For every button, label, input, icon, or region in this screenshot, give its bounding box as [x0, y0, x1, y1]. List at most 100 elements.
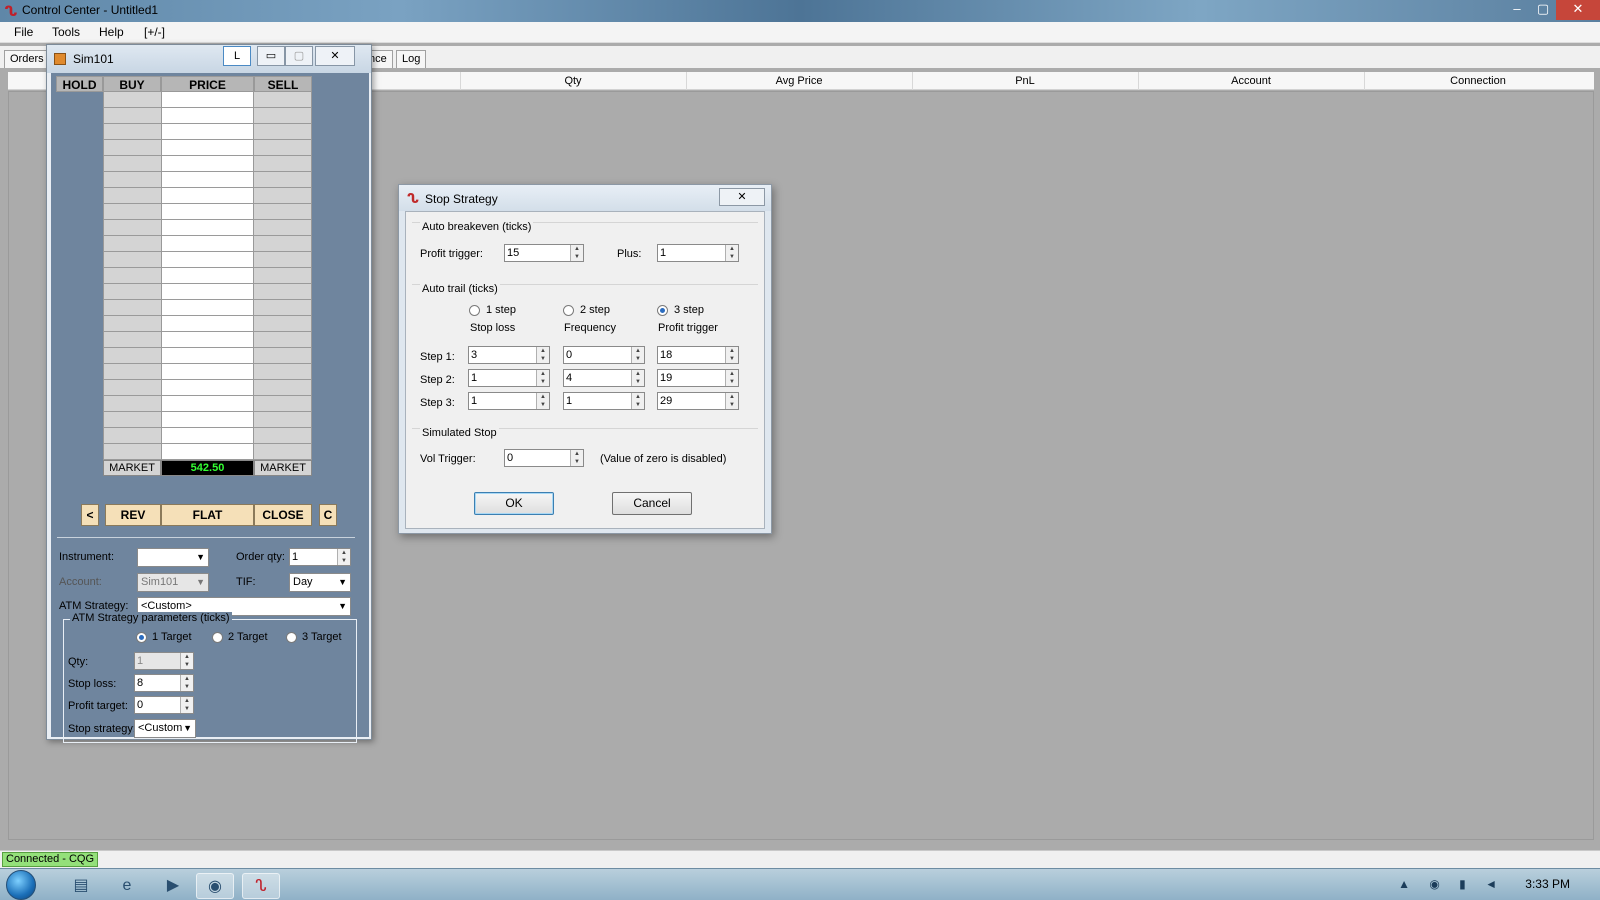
- spin-arrows-icon[interactable]: ▲ ▼: [180, 653, 193, 669]
- sim-maximize-button[interactable]: ▢: [285, 46, 313, 66]
- ladder-cell[interactable]: [254, 300, 311, 316]
- col-qty[interactable]: Qty: [460, 75, 686, 87]
- ladder-cell[interactable]: [254, 284, 311, 300]
- reverse-button[interactable]: REV: [105, 504, 161, 526]
- firefox-icon[interactable]: ◉: [196, 873, 234, 899]
- ladder-cell[interactable]: [162, 140, 253, 156]
- buy-column[interactable]: [103, 92, 161, 460]
- ladder-cell[interactable]: [162, 252, 253, 268]
- step-1-stop-loss-stepper[interactable]: 3 ▲ ▼: [468, 346, 550, 364]
- ladder-cell[interactable]: [162, 364, 253, 380]
- target-1-radio[interactable]: [136, 632, 147, 643]
- plus-stepper[interactable]: 1 ▲ ▼: [657, 244, 739, 262]
- system-tray[interactable]: ▲ ◉ ▮ ◄: [1398, 877, 1505, 891]
- start-button[interactable]: [6, 870, 36, 900]
- step-3-frequency-stepper[interactable]: 1 ▲ ▼: [563, 392, 645, 410]
- ladder-cell[interactable]: [162, 108, 253, 124]
- ladder-cell[interactable]: [254, 156, 311, 172]
- ladder-cell[interactable]: [162, 236, 253, 252]
- ladder-cell[interactable]: [104, 92, 161, 108]
- ladder-cell[interactable]: [162, 124, 253, 140]
- ladder-cell[interactable]: [254, 380, 311, 396]
- ladder-cell[interactable]: [162, 156, 253, 172]
- menu-file[interactable]: File: [14, 25, 33, 39]
- spin-arrows-icon[interactable]: ▲ ▼: [337, 549, 350, 565]
- ladder-cell[interactable]: [104, 140, 161, 156]
- ladder-cell[interactable]: [162, 284, 253, 300]
- ladder-cell[interactable]: [254, 172, 311, 188]
- ie-icon[interactable]: e: [108, 873, 146, 899]
- ladder-cell[interactable]: [254, 428, 311, 444]
- step-2-stop-loss-stepper[interactable]: 1 ▲ ▼: [468, 369, 550, 387]
- ladder-cell[interactable]: [254, 348, 311, 364]
- spin-arrows-icon[interactable]: ▲ ▼: [631, 393, 644, 409]
- step-3-profit-trigger-stepper[interactable]: 29 ▲ ▼: [657, 392, 739, 410]
- ladder-cell[interactable]: [104, 316, 161, 332]
- spin-arrows-icon[interactable]: ▲ ▼: [725, 245, 738, 261]
- ladder-cell[interactable]: [162, 220, 253, 236]
- spin-arrows-icon[interactable]: ▲ ▼: [570, 245, 583, 261]
- instrument-select[interactable]: ▼: [137, 548, 209, 567]
- explorer-icon[interactable]: ▤: [62, 873, 100, 899]
- ladder-cell[interactable]: [162, 396, 253, 412]
- step-3-stop-loss-stepper[interactable]: 1 ▲ ▼: [468, 392, 550, 410]
- ladder-cell[interactable]: [254, 252, 311, 268]
- ladder-cell[interactable]: [254, 188, 311, 204]
- ladder-cell[interactable]: [254, 316, 311, 332]
- ladder-cell[interactable]: [254, 236, 311, 252]
- spin-arrows-icon[interactable]: ▲ ▼: [725, 370, 738, 386]
- ladder-cell[interactable]: [162, 300, 253, 316]
- ladder-cell[interactable]: [162, 412, 253, 428]
- spin-arrows-icon[interactable]: ▲ ▼: [536, 347, 549, 363]
- step-1-profit-trigger-stepper[interactable]: 18 ▲ ▼: [657, 346, 739, 364]
- stop-loss-stepper[interactable]: 8 ▲ ▼: [134, 674, 194, 692]
- menu-expand[interactable]: [+/-]: [144, 25, 165, 39]
- ladder-cell[interactable]: [104, 124, 161, 140]
- cancel-button[interactable]: Cancel: [612, 492, 692, 515]
- price-column[interactable]: [161, 92, 254, 460]
- step-2-radio[interactable]: [563, 305, 574, 316]
- ok-button[interactable]: OK: [474, 492, 554, 515]
- target-2-radio[interactable]: [212, 632, 223, 643]
- profit-target-stepper[interactable]: 0 ▲ ▼: [134, 696, 194, 714]
- ladder-cell[interactable]: [162, 316, 253, 332]
- ladder-cell[interactable]: [104, 188, 161, 204]
- target-3-radio[interactable]: [286, 632, 297, 643]
- spin-arrows-icon[interactable]: ▲ ▼: [725, 347, 738, 363]
- spin-arrows-icon[interactable]: ▲ ▼: [180, 697, 193, 713]
- stop-strategy-select[interactable]: <Custom ▼: [134, 719, 196, 738]
- spin-arrows-icon[interactable]: ▲ ▼: [725, 393, 738, 409]
- col-pnl[interactable]: PnL: [912, 75, 1138, 87]
- ladder-cell[interactable]: [104, 412, 161, 428]
- cancel-orders-button[interactable]: C: [319, 504, 337, 526]
- ladder-cell[interactable]: [254, 332, 311, 348]
- ladder-cell[interactable]: [104, 380, 161, 396]
- spin-arrows-icon[interactable]: ▲ ▼: [570, 450, 583, 466]
- sell-column[interactable]: [254, 92, 312, 460]
- order-qty-stepper[interactable]: 1 ▲ ▼: [289, 548, 351, 566]
- ladder-cell[interactable]: [104, 220, 161, 236]
- atm-qty-stepper[interactable]: 1 ▲ ▼: [134, 652, 194, 670]
- media-player-icon[interactable]: ▶: [154, 873, 192, 899]
- step-2-frequency-stepper[interactable]: 4 ▲ ▼: [563, 369, 645, 387]
- col-avg-price[interactable]: Avg Price: [686, 75, 912, 87]
- ladder-cell[interactable]: [104, 284, 161, 300]
- tab-orders[interactable]: Orders: [4, 50, 50, 68]
- flat-button[interactable]: FLAT: [161, 504, 254, 526]
- step-1-radio[interactable]: [469, 305, 480, 316]
- ladder-cell[interactable]: [254, 220, 311, 236]
- ladder-cell[interactable]: [162, 348, 253, 364]
- sim-minimize-button[interactable]: ▭: [257, 46, 285, 66]
- ladder-cell[interactable]: [254, 444, 311, 460]
- be-profit-trigger-stepper[interactable]: 15 ▲ ▼: [504, 244, 584, 262]
- tif-select[interactable]: Day ▼: [289, 573, 351, 592]
- spin-arrows-icon[interactable]: ▲ ▼: [631, 370, 644, 386]
- close-button[interactable]: ✕: [1556, 0, 1600, 20]
- sim-close-button[interactable]: ✕: [315, 46, 355, 66]
- ladder-cell[interactable]: [162, 332, 253, 348]
- sell-market-cell[interactable]: MARKET: [254, 460, 312, 476]
- minimize-button[interactable]: –: [1504, 0, 1530, 20]
- ladder-cell[interactable]: [104, 236, 161, 252]
- col-account[interactable]: Account: [1138, 75, 1364, 87]
- dialog-close-button[interactable]: ✕: [719, 188, 765, 206]
